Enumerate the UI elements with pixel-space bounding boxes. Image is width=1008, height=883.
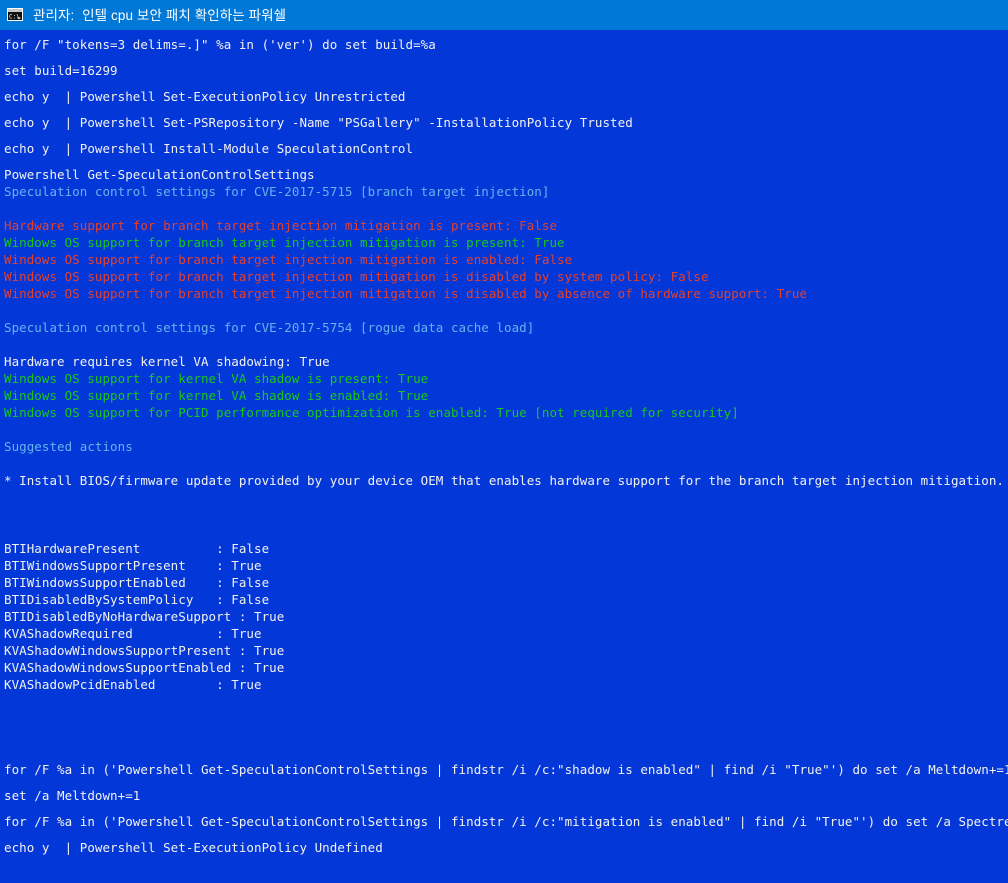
cve-5715-status-line: Windows OS support for branch target inj… <box>4 235 565 250</box>
property-row: BTIDisabledByNoHardwareSupport : True <box>4 609 285 624</box>
command-line: for /F %a in ('Powershell Get-Speculatio… <box>4 814 1008 829</box>
property-row: BTIWindowsSupportPresent : True <box>4 558 262 573</box>
command-line: set build=16299 <box>4 63 118 78</box>
cve-5715-status-line: Windows OS support for branch target inj… <box>4 269 709 284</box>
suggested-action-item: * Install BIOS/firmware update provided … <box>4 473 1004 488</box>
command-line: echo y | Powershell Set-ExecutionPolicy … <box>4 840 383 855</box>
command-line: echo y | Powershell Install-Module Specu… <box>4 141 414 156</box>
property-row: KVAShadowWindowsSupportPresent : True <box>4 643 285 658</box>
window-title: 관리자: 인텔 cpu 보안 패치 확인하는 파워쉘 <box>33 7 287 23</box>
command-echo-block-bottom: for /F %a in ('Powershell Get-Speculatio… <box>4 761 1008 856</box>
property-row: KVAShadowRequired : True <box>4 626 262 641</box>
property-row: BTIHardwarePresent : False <box>4 541 270 556</box>
cmd-console-icon: C:\ <box>6 6 24 24</box>
cve-5715-heading: Speculation control settings for CVE-201… <box>4 184 550 199</box>
command-line: for /F "tokens=3 delims=.]" %a in ('ver'… <box>4 37 436 52</box>
cve-5715-status-line: Hardware support for branch target injec… <box>4 218 558 233</box>
suggested-actions-section: Suggested actions * Install BIOS/firmwar… <box>4 438 1008 489</box>
property-row: KVAShadowWindowsSupportEnabled : True <box>4 660 285 675</box>
command-echo-block-top: for /F "tokens=3 delims=.]" %a in ('ver'… <box>4 36 1008 183</box>
cve-5754-status-line: Windows OS support for kernel VA shadow … <box>4 388 429 403</box>
cve-5754-heading: Speculation control settings for CVE-201… <box>4 320 535 335</box>
command-line: set /a Meltdown+=1 <box>4 788 141 803</box>
window-titlebar[interactable]: C:\ 관리자: 인텔 cpu 보안 패치 확인하는 파워쉘 <box>0 0 1008 30</box>
property-row: BTIDisabledBySystemPolicy : False <box>4 592 270 607</box>
cve-5754-status-line: Windows OS support for PCID performance … <box>4 405 739 420</box>
cve-2017-5754-section: Speculation control settings for CVE-201… <box>4 319 1008 421</box>
cve-5754-status-line: Hardware requires kernel VA shadowing: T… <box>4 354 330 369</box>
svg-text:C:\: C:\ <box>9 14 20 21</box>
cve-2017-5715-section: Speculation control settings for CVE-201… <box>4 183 1008 302</box>
property-row: KVAShadowPcidEnabled : True <box>4 677 262 692</box>
command-line: Powershell Get-SpeculationControlSetting… <box>4 167 315 182</box>
speculation-control-property-list: BTIHardwarePresent : False BTIWindowsSupp… <box>4 540 1008 693</box>
cve-5715-status-line: Windows OS support for branch target inj… <box>4 286 808 301</box>
cve-5715-status-line: Windows OS support for branch target inj… <box>4 252 573 267</box>
cve-5754-status-line: Windows OS support for kernel VA shadow … <box>4 371 429 386</box>
suggested-actions-heading: Suggested actions <box>4 439 133 454</box>
property-row: BTIWindowsSupportEnabled : False <box>4 575 270 590</box>
command-line: for /F %a in ('Powershell Get-Speculatio… <box>4 762 1008 777</box>
command-line: echo y | Powershell Set-PSRepository -Na… <box>4 115 633 130</box>
command-line: echo y | Powershell Set-ExecutionPolicy … <box>4 89 406 104</box>
console-output-area[interactable]: for /F "tokens=3 delims=.]" %a in ('ver'… <box>0 30 1008 883</box>
